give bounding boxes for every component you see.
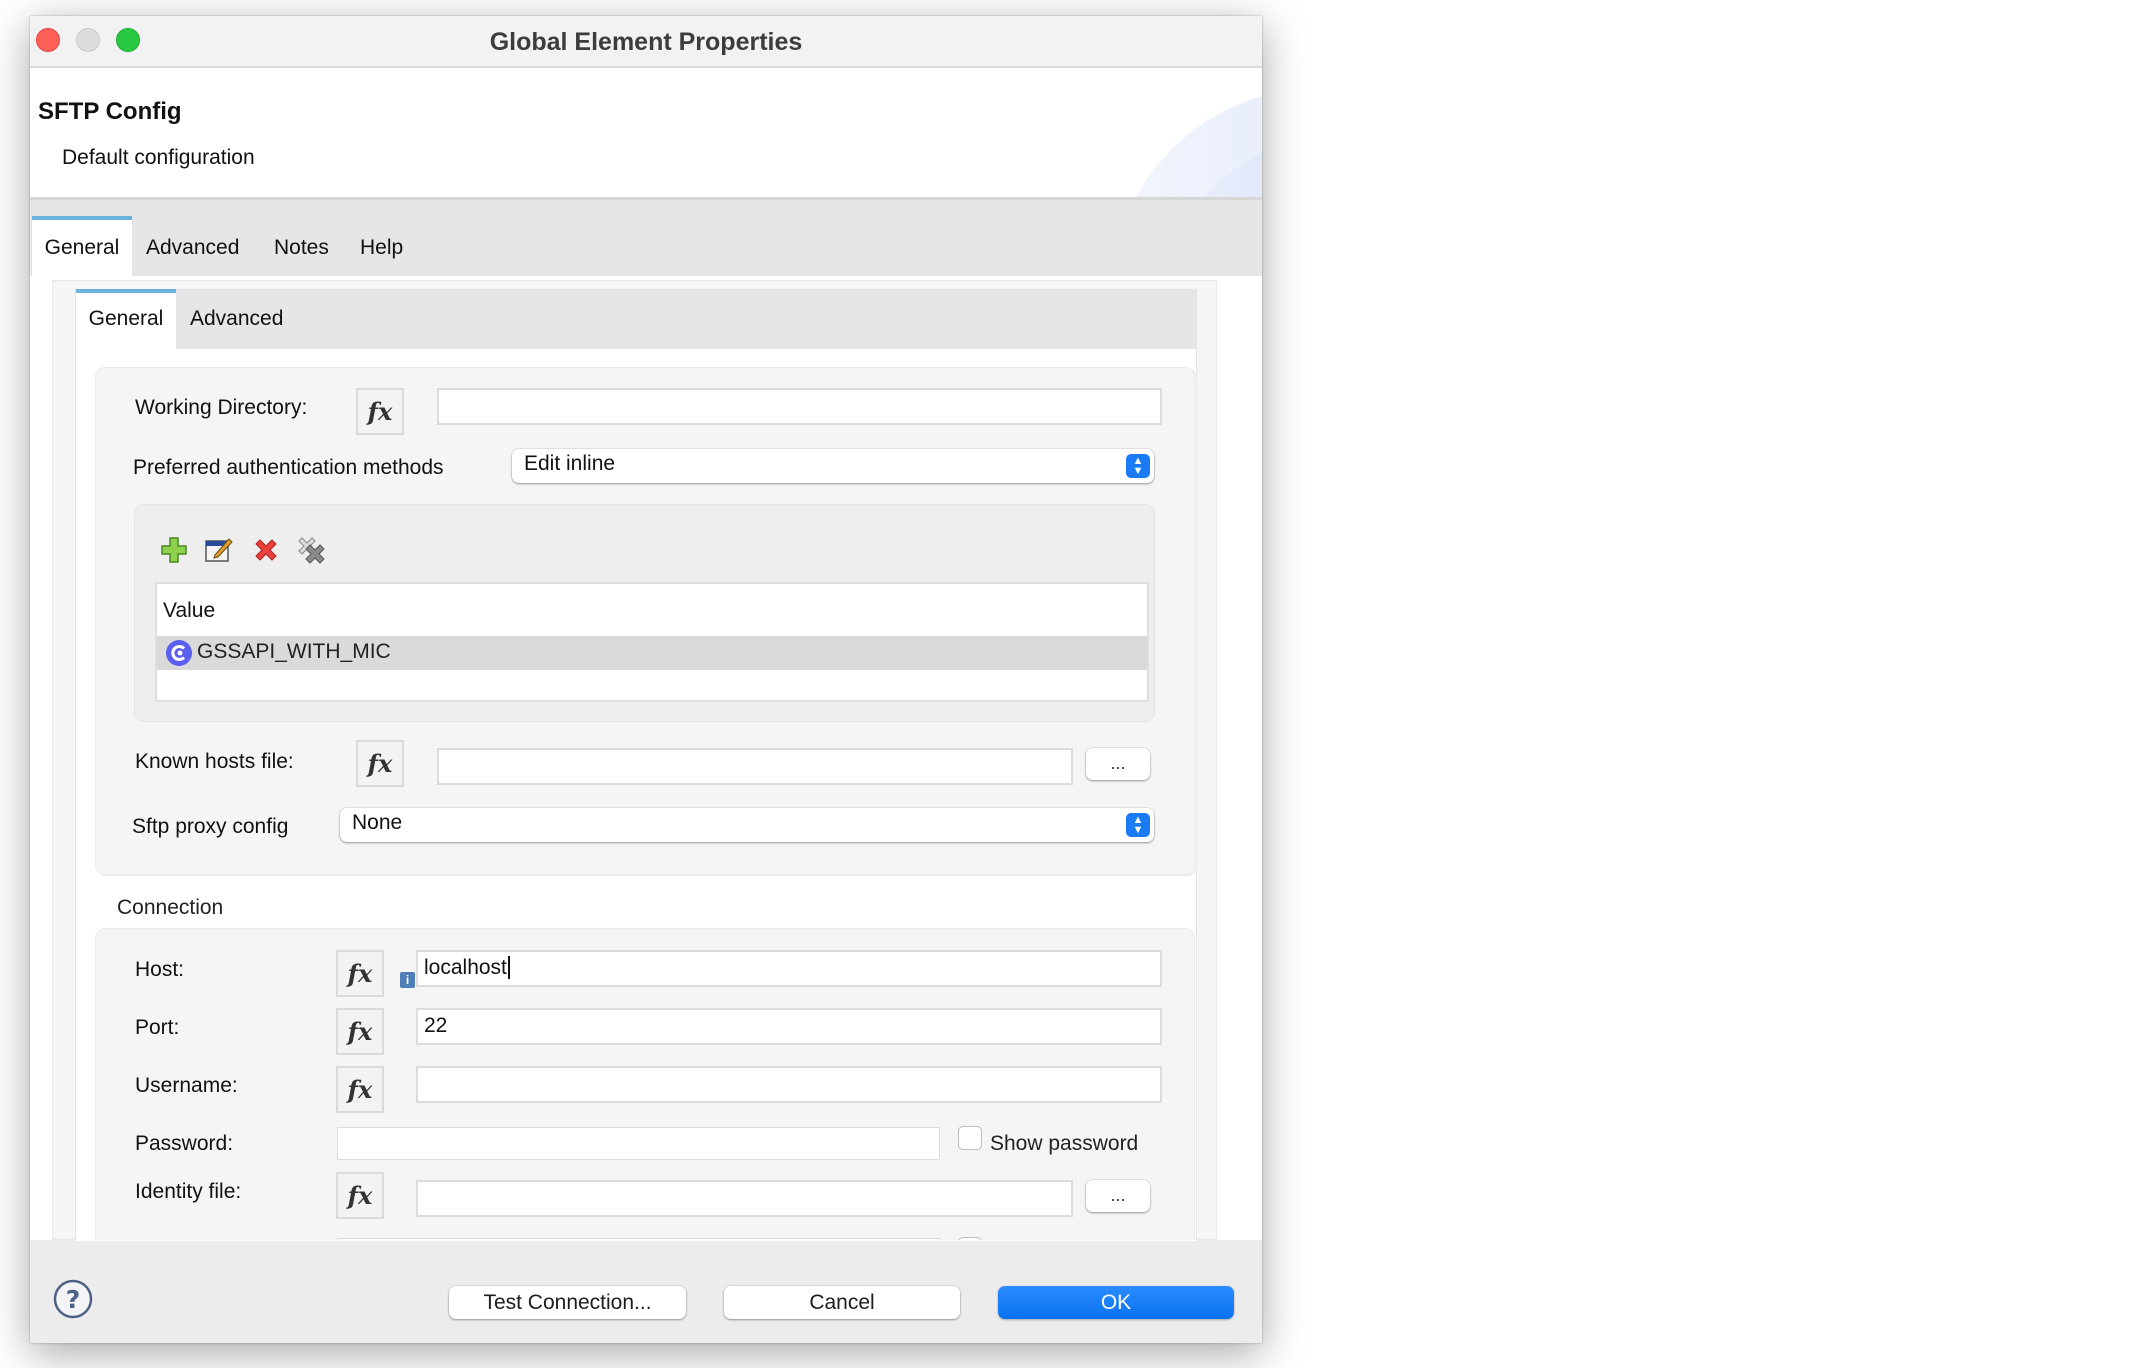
- username-input[interactable]: [416, 1066, 1162, 1103]
- config-subtitle: Default configuration: [62, 146, 255, 169]
- inner-tab-advanced[interactable]: Advanced: [190, 289, 283, 349]
- auth-methods-table: Value GSSAPI_WITH_MIC: [155, 582, 1149, 702]
- working-directory-input[interactable]: [437, 388, 1162, 425]
- auth-methods-selected: Edit inline: [524, 452, 616, 475]
- chevron-up-down-icon: ▲ ▼: [1126, 454, 1150, 478]
- ok-button[interactable]: OK: [998, 1286, 1234, 1319]
- tab-advanced[interactable]: Advanced: [146, 216, 239, 276]
- known-hosts-label: Known hosts file:: [135, 750, 294, 773]
- tab-notes[interactable]: Notes: [274, 216, 329, 276]
- port-fx-button[interactable]: fx: [336, 1008, 384, 1055]
- host-fx-button[interactable]: fx: [336, 950, 384, 997]
- sftp-proxy-label: Sftp proxy config: [132, 815, 289, 838]
- working-directory-label: Working Directory:: [135, 396, 308, 419]
- port-input[interactable]: 22: [416, 1008, 1162, 1045]
- title-bar: Global Element Properties: [30, 16, 1262, 68]
- host-input[interactable]: localhost: [416, 950, 1162, 987]
- sftp-proxy-selected: None: [352, 811, 403, 834]
- config-title: SFTP Config: [38, 98, 182, 125]
- tab-general[interactable]: General: [32, 216, 132, 276]
- delete-all-icon[interactable]: [296, 535, 326, 565]
- show-password-label[interactable]: Show password: [990, 1132, 1138, 1156]
- identity-file-label: Identity file:: [135, 1180, 242, 1203]
- text-cursor: [507, 956, 510, 979]
- username-fx-button[interactable]: fx: [336, 1066, 384, 1113]
- show-password-checkbox[interactable]: [958, 1126, 982, 1150]
- password-input[interactable]: [337, 1127, 940, 1160]
- identity-file-input[interactable]: [416, 1180, 1073, 1217]
- table-row[interactable]: GSSAPI_WITH_MIC: [157, 636, 1147, 670]
- inner-tab-general[interactable]: General: [76, 289, 176, 349]
- outer-tab-strip: General Advanced Notes Help: [30, 200, 1262, 276]
- dialog-header: SFTP Config Default configuration: [30, 68, 1262, 200]
- enum-value-icon: [166, 640, 192, 666]
- tab-help[interactable]: Help: [360, 216, 403, 276]
- chevron-up-down-icon: ▲ ▼: [1126, 813, 1150, 837]
- password-label: Password:: [135, 1132, 234, 1155]
- auth-methods-label: Preferred authentication methods: [133, 456, 444, 479]
- auth-method-value: GSSAPI_WITH_MIC: [197, 640, 391, 663]
- window-title: Global Element Properties: [489, 28, 803, 56]
- known-hosts-fx-button[interactable]: fx: [356, 740, 404, 787]
- edit-icon[interactable]: [203, 535, 233, 565]
- identity-file-browse-button[interactable]: ...: [1086, 1180, 1150, 1212]
- port-label: Port:: [135, 1016, 180, 1039]
- sftp-proxy-select[interactable]: None ▲ ▼: [340, 808, 1154, 842]
- cancel-button[interactable]: Cancel: [724, 1286, 960, 1319]
- test-connection-button[interactable]: Test Connection...: [449, 1286, 686, 1319]
- known-hosts-input[interactable]: [437, 748, 1073, 785]
- auth-methods-select[interactable]: Edit inline ▲ ▼: [512, 449, 1154, 483]
- svg-text:?: ?: [66, 1285, 81, 1314]
- connection-section-label: Connection: [117, 896, 224, 919]
- identity-file-fx-button[interactable]: fx: [336, 1172, 384, 1219]
- known-hosts-browse-button[interactable]: ...: [1086, 748, 1150, 780]
- help-icon[interactable]: ?: [53, 1279, 93, 1319]
- delete-icon[interactable]: [251, 535, 281, 565]
- working-directory-fx-button[interactable]: fx: [356, 388, 404, 435]
- host-label: Host:: [135, 958, 185, 981]
- column-header-value: Value: [163, 599, 216, 622]
- host-value: localhost: [424, 956, 507, 979]
- username-label: Username:: [135, 1074, 238, 1097]
- add-icon[interactable]: [159, 535, 189, 565]
- info-icon[interactable]: i: [400, 972, 415, 988]
- inner-tab-strip: General Advanced: [76, 289, 1196, 349]
